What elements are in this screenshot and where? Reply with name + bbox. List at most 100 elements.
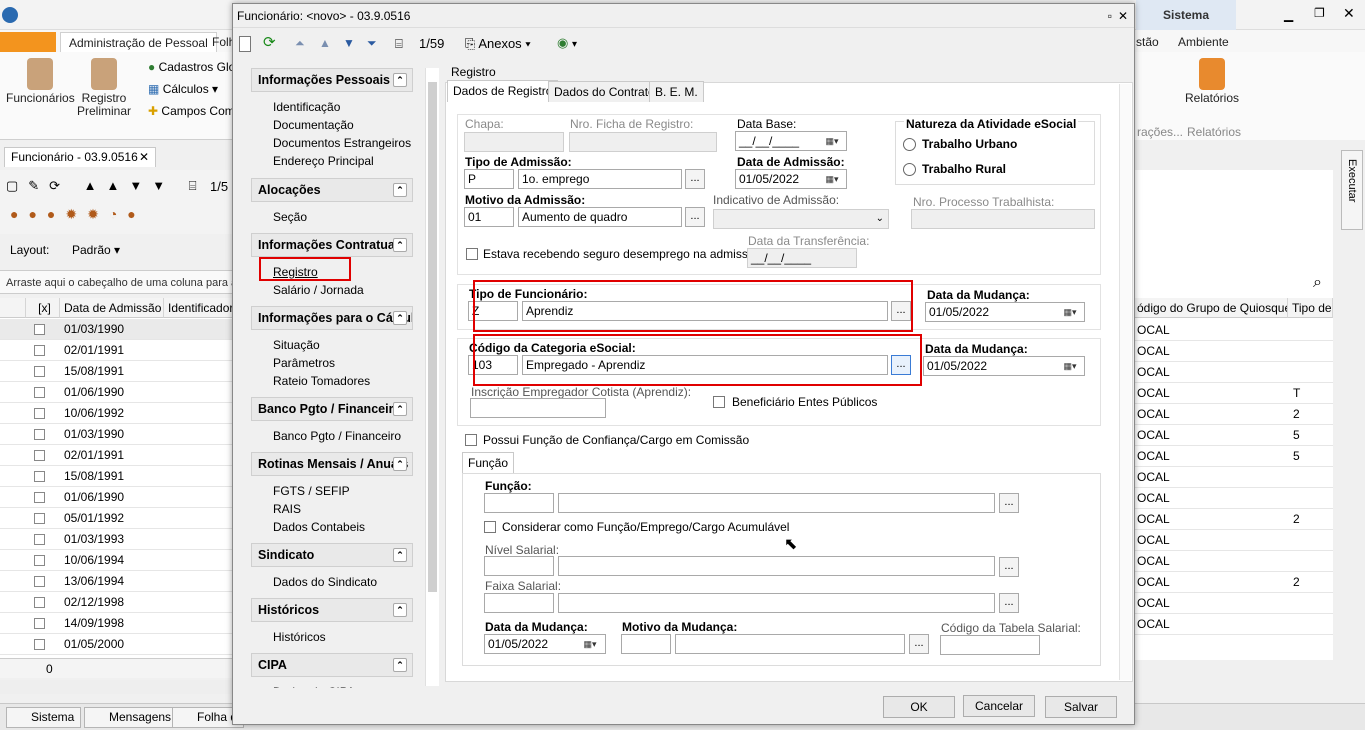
table-row[interactable]: 01/05/2000 (0, 634, 235, 655)
nav-item[interactable]: Identificação (251, 98, 413, 116)
document-tab[interactable]: Funcionário - 03.9.0516 ✕ (4, 147, 156, 167)
grid-header-quiosque[interactable]: ódigo do Grupo de Quiosque (1133, 298, 1288, 318)
grid-hscroll[interactable] (0, 680, 235, 694)
table-row[interactable]: OCAL (1133, 551, 1333, 572)
row-checkbox[interactable] (34, 387, 45, 398)
nav-scroll-thumb[interactable] (428, 82, 437, 592)
save-button[interactable]: Salvar (1045, 696, 1117, 718)
tab-bem[interactable]: B. E. M. (649, 81, 704, 102)
relatorios-button[interactable]: Relatórios (1177, 58, 1247, 105)
collapse-icon[interactable]: ⌃ (393, 311, 407, 325)
ok-button[interactable]: OK (883, 696, 955, 718)
maximize-icon[interactable]: ▫ (1108, 4, 1112, 28)
faixa-code[interactable] (484, 593, 554, 613)
table-row[interactable]: 10/06/1994 (0, 550, 235, 571)
row-checkbox[interactable] (34, 471, 45, 482)
table-row[interactable]: 15/08/1991 (0, 466, 235, 487)
nav-section-header[interactable]: Sindicato ⌃ (251, 543, 413, 567)
nav-item[interactable]: Banco Pgto / Financeiro (251, 427, 413, 445)
taskbar-sistema[interactable]: Sistema (6, 707, 82, 728)
table-row[interactable]: OCAL (1133, 341, 1333, 362)
nav-item[interactable]: Parâmetros (251, 354, 413, 372)
last-record-icon[interactable]: ⏷ (367, 36, 383, 52)
tab-ambiente[interactable]: Ambiente (1170, 32, 1237, 52)
calendar-dropdown-icon[interactable]: ▦▾ (1057, 357, 1083, 377)
first-record-icon[interactable]: ⏶ (295, 36, 311, 52)
refresh-icon[interactable]: ⟳ (263, 35, 279, 52)
row-checkbox[interactable] (34, 345, 45, 356)
previous-record-icon[interactable]: ▲ (319, 36, 335, 52)
table-row[interactable]: 13/06/1994 (0, 571, 235, 592)
collapse-icon[interactable]: ⌃ (393, 548, 407, 562)
calculos-button[interactable]: ▦ Cálculos ▾ (148, 82, 218, 96)
table-row[interactable]: OCAL (1133, 320, 1333, 341)
table-row[interactable]: 01/03/1993 (0, 529, 235, 550)
tab-funcao[interactable]: Função (462, 452, 515, 474)
table-row[interactable]: 01/06/1990 (0, 487, 235, 508)
grid-header-check[interactable]: [x] (26, 298, 60, 318)
acumulavel-checkbox[interactable] (484, 521, 496, 533)
campos-button[interactable]: ✚ Campos Comp (148, 104, 241, 118)
collapse-icon[interactable]: ⌃ (393, 603, 407, 617)
layout-select[interactable]: Padrão ▾ (72, 243, 120, 257)
toolbar-icons[interactable]: ▢✎⟳ ▲▲▼▼ ⌸ (6, 178, 207, 194)
table-row[interactable]: 05/01/1992 (0, 508, 235, 529)
beneficiario-checkbox[interactable] (713, 396, 725, 408)
nav-item[interactable]: Documentos Estrangeiros (251, 134, 413, 152)
table-row[interactable]: OCAL (1133, 614, 1333, 635)
nivel-desc[interactable] (558, 556, 995, 576)
grid-header-tipo[interactable]: Tipo de D (1288, 298, 1333, 318)
binoculars-icon[interactable]: ⌸ (395, 36, 411, 52)
table-row[interactable]: 02/12/1998 (0, 592, 235, 613)
nav-item[interactable]: FGTS / SEFIP (251, 482, 413, 500)
table-row[interactable]: OCAL 5 (1133, 425, 1333, 446)
nav-item[interactable]: Documentação (251, 116, 413, 134)
search-icon[interactable]: ⌕ (1313, 274, 1322, 292)
funcionarios-button[interactable]: Funcionários (6, 58, 75, 105)
table-row[interactable]: 14/09/1998 (0, 613, 235, 634)
collapse-icon[interactable]: ⌃ (393, 238, 407, 252)
row-checkbox[interactable] (34, 534, 45, 545)
content-scrollbar[interactable] (1119, 84, 1131, 680)
table-row[interactable]: 01/06/1990 (0, 382, 235, 403)
table-row[interactable]: OCAL 2 (1133, 404, 1333, 425)
cancel-button[interactable]: Cancelar (963, 695, 1035, 717)
tab-dados-registro[interactable]: Dados de Registro (447, 80, 559, 102)
motivo-mud-desc[interactable] (675, 634, 905, 654)
table-row[interactable]: 10/06/1992 (0, 403, 235, 424)
table-row[interactable]: OCAL (1133, 488, 1333, 509)
nav-item[interactable]: Históricos (251, 628, 413, 646)
row-checkbox[interactable] (34, 513, 45, 524)
faixa-lookup-button[interactable]: ... (999, 593, 1019, 613)
nav-item[interactable]: Dados da CIPA (251, 683, 413, 688)
nav-section-header[interactable]: Alocações ⌃ (251, 178, 413, 202)
nivel-code[interactable] (484, 556, 554, 576)
calendar-dropdown-icon[interactable]: ▦▾ (1057, 303, 1083, 323)
row-checkbox[interactable] (34, 492, 45, 503)
next-record-icon[interactable]: ▼ (343, 36, 359, 52)
nav-item[interactable]: Dados Contabeis (251, 518, 413, 536)
calendar-dropdown-icon[interactable]: ▦▾ (577, 635, 603, 655)
collapse-icon[interactable]: ⌃ (393, 457, 407, 471)
row-checkbox[interactable] (34, 555, 45, 566)
row-checkbox[interactable] (34, 366, 45, 377)
nav-section-header[interactable]: Rotinas Mensais / Anuais ⌃ (251, 452, 413, 476)
table-row[interactable]: OCAL (1133, 593, 1333, 614)
faixa-desc[interactable] (558, 593, 995, 613)
table-row[interactable]: 02/01/1991 (0, 340, 235, 361)
nivel-lookup-button[interactable]: ... (999, 557, 1019, 577)
anexos-button[interactable]: ⎘ Anexos ▾ (465, 36, 531, 52)
nav-section-header[interactable]: Informações Pessoais ⌃ (251, 68, 413, 92)
nav-section-header[interactable]: Informações para o Cálculo ⌃ (251, 306, 413, 330)
minimize-icon[interactable]: ▁ (1284, 8, 1293, 22)
table-row[interactable]: OCAL 2 (1133, 509, 1333, 530)
row-checkbox[interactable] (34, 450, 45, 461)
nav-item[interactable]: Dados do Sindicato (251, 573, 413, 591)
close-icon[interactable]: ✕ (139, 148, 149, 166)
close-icon[interactable]: ✕ (1118, 4, 1128, 28)
table-row[interactable]: OCAL (1133, 362, 1333, 383)
new-icon[interactable] (239, 36, 251, 52)
row-checkbox[interactable] (34, 618, 45, 629)
nav-item[interactable]: Situação (251, 336, 413, 354)
nav-item[interactable]: RAIS (251, 500, 413, 518)
